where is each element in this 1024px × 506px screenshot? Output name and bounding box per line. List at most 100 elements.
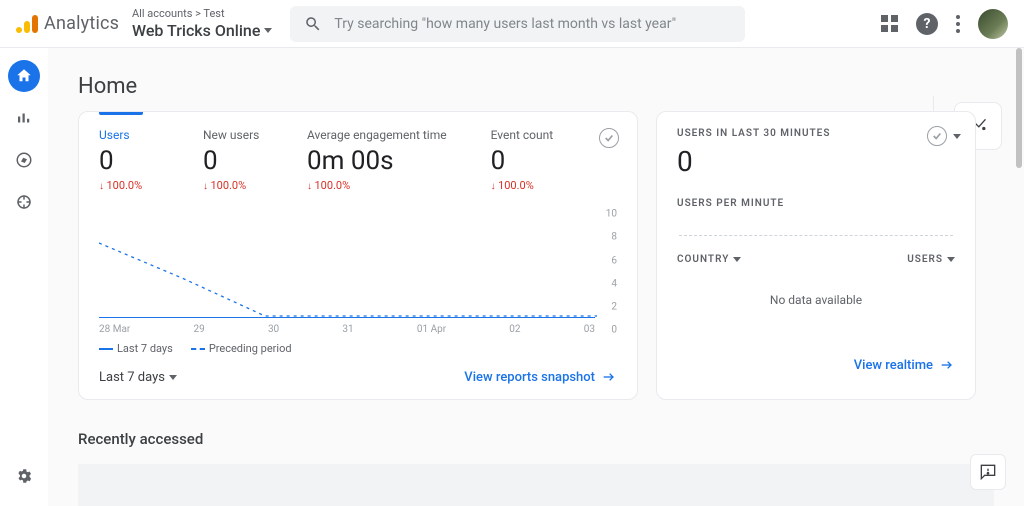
caret-down-icon [169, 375, 177, 380]
date-range-label: Last 7 days [99, 370, 165, 385]
link-label: View realtime [854, 358, 933, 373]
metric-label: Event count [491, 128, 554, 142]
metrics-row: Users 0 100.0% New users 0 100.0% Averag… [99, 128, 617, 192]
explore-icon [15, 151, 33, 169]
search-placeholder: Try searching "how many users last month… [334, 16, 676, 32]
help-icon[interactable]: ? [916, 13, 938, 35]
cards-row: Users 0 100.0% New users 0 100.0% Averag… [48, 107, 1024, 400]
xtick: 03 [584, 324, 595, 336]
nav-explore[interactable] [8, 144, 40, 176]
link-label: View reports snapshot [464, 370, 595, 385]
xtick: 31 [342, 324, 353, 336]
product-name: Analytics [44, 13, 119, 34]
realtime-table-head: COUNTRY USERS [677, 254, 955, 265]
ytick: 4 [611, 279, 617, 290]
metric-new-users[interactable]: New users 0 100.0% [203, 128, 263, 192]
search-icon [304, 15, 322, 33]
metric-avg-engagement[interactable]: Average engagement time 0m 00s 100.0% [307, 128, 447, 192]
realtime-title: USERS IN LAST 30 MINUTES [677, 128, 955, 139]
recently-accessed-section: Recently accessed Reports and pages you … [48, 400, 1024, 506]
nav-advertising[interactable] [8, 186, 40, 218]
page-header: Home [48, 48, 1024, 107]
home-icon [15, 67, 33, 85]
caret-down-icon [947, 257, 955, 262]
account-breadcrumb: All accounts > Test [132, 7, 272, 20]
ytick: 0 [611, 324, 617, 335]
left-nav-rail [0, 48, 48, 506]
target-icon [15, 193, 33, 211]
metric-value: 0 [491, 146, 554, 176]
xtick: 29 [193, 324, 204, 336]
product-logo[interactable]: Analytics [16, 13, 128, 35]
xtick: 02 [509, 324, 520, 336]
view-realtime-link[interactable]: View realtime [854, 357, 955, 373]
nav-reports[interactable] [8, 102, 40, 134]
ytick: 2 [611, 302, 617, 313]
metric-value: 0m 00s [307, 146, 447, 176]
nav-admin[interactable] [8, 460, 40, 492]
search-input[interactable]: Try searching "how many users last month… [290, 6, 745, 42]
arrow-right-icon [601, 369, 617, 385]
trend-chart: 10 8 6 4 2 0 28 Mar 29 30 31 01 Apr [99, 206, 617, 336]
overview-footer: Last 7 days View reports snapshot [99, 369, 617, 385]
verified-icon [927, 126, 947, 146]
card-settings[interactable] [927, 126, 961, 146]
realtime-card: USERS IN LAST 30 MINUTES 0 USERS PER MIN… [656, 111, 976, 400]
metric-users[interactable]: Users 0 100.0% [99, 128, 159, 192]
caret-down-icon [953, 134, 961, 139]
analytics-logo-icon [16, 13, 38, 35]
legend-current: Last 7 days [99, 342, 173, 355]
metric-label: Average engagement time [307, 128, 447, 142]
recently-accessed-title: Recently accessed [78, 430, 994, 448]
more-vert-icon[interactable] [956, 15, 960, 33]
gear-icon [15, 467, 33, 485]
legend-previous: Preceding period [191, 342, 292, 355]
chart-legend: Last 7 days Preceding period [99, 342, 617, 355]
bar-chart-icon [15, 109, 33, 127]
xaxis: 28 Mar 29 30 31 01 Apr 02 03 [99, 324, 595, 336]
metric-change: 100.0% [491, 179, 554, 192]
ytick: 8 [611, 232, 617, 243]
realtime-footer: View realtime [677, 357, 955, 373]
series-previous [99, 208, 597, 318]
app-header: Analytics All accounts > Test Web Tricks… [0, 0, 1024, 48]
recently-accessed-panel: Reports and pages you recently visited w… [78, 464, 994, 506]
view-reports-snapshot-link[interactable]: View reports snapshot [464, 369, 617, 385]
account-avatar[interactable] [978, 9, 1008, 39]
metric-label: Users [99, 128, 159, 142]
overview-card: Users 0 100.0% New users 0 100.0% Averag… [78, 111, 638, 400]
apps-icon[interactable] [881, 15, 898, 32]
realtime-value: 0 [677, 145, 955, 178]
ytick: 10 [606, 208, 617, 219]
property-name: Web Tricks Online [132, 21, 260, 40]
realtime-subtitle: USERS PER MINUTE [677, 198, 955, 209]
scrollbar-vertical[interactable] [1016, 48, 1022, 168]
metric-label: New users [203, 128, 263, 142]
ytick: 6 [611, 255, 617, 266]
col-users[interactable]: USERS [907, 254, 955, 265]
date-range-selector[interactable]: Last 7 days [99, 370, 177, 385]
nav-home[interactable] [8, 60, 40, 92]
header-actions: ? [881, 9, 1008, 39]
xtick: 28 Mar [99, 324, 130, 336]
property-selector[interactable]: All accounts > Test Web Tricks Online [128, 7, 272, 39]
metric-value: 0 [99, 146, 159, 176]
page-body: Home Users 0 100.0% New users 0 100.0% [48, 48, 1024, 506]
metric-event-count[interactable]: Event count 0 100.0% [491, 128, 554, 192]
xtick: 30 [268, 324, 279, 336]
active-tab-indicator [99, 112, 143, 115]
metric-value: 0 [203, 146, 263, 176]
caret-down-icon [733, 257, 741, 262]
xtick: 01 Apr [417, 324, 446, 336]
page-title: Home [78, 74, 137, 99]
metric-change: 100.0% [99, 179, 159, 192]
realtime-empty-text: No data available [677, 293, 955, 307]
card-verified-icon[interactable] [599, 128, 619, 148]
col-country[interactable]: COUNTRY [677, 254, 741, 265]
feedback-icon [978, 462, 998, 482]
feedback-button[interactable] [970, 454, 1006, 490]
arrow-right-icon [939, 357, 955, 373]
caret-down-icon [264, 28, 272, 33]
metric-change: 100.0% [203, 179, 263, 192]
metric-change: 100.0% [307, 179, 447, 192]
